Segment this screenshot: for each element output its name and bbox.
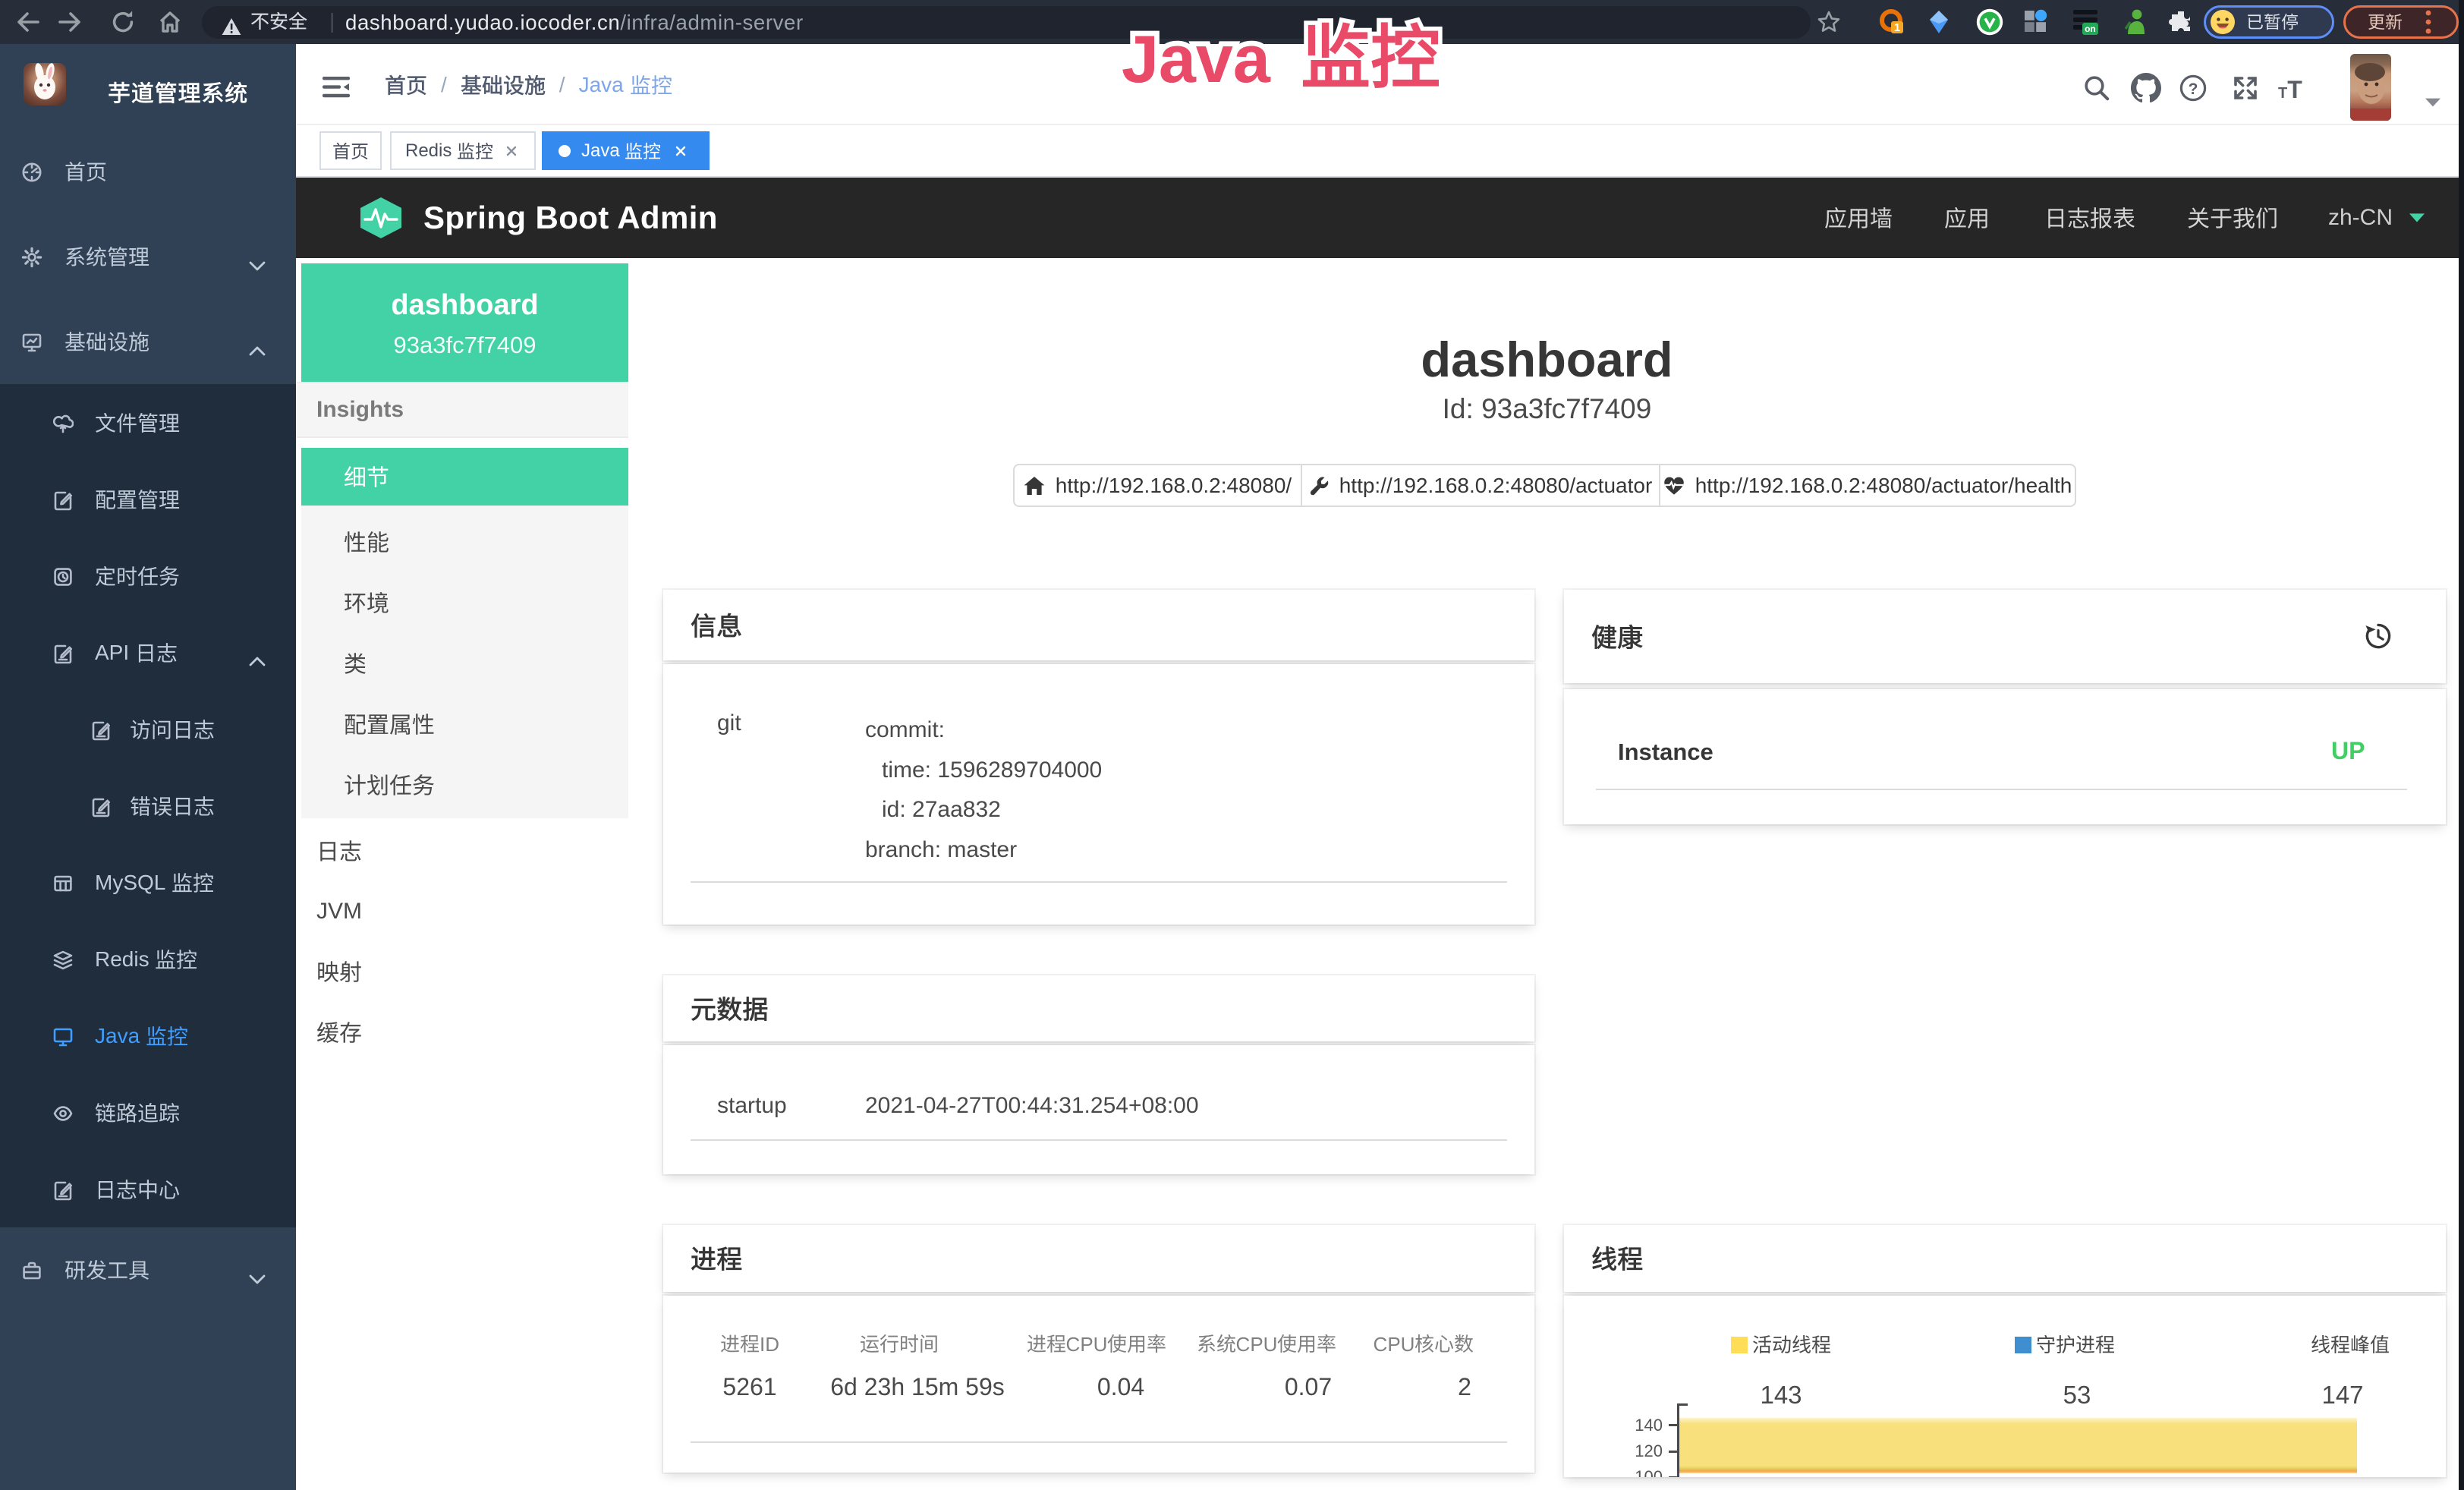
svg-text:on: on — [2085, 24, 2096, 34]
svg-text:?: ? — [2189, 80, 2198, 98]
svg-text:1: 1 — [1894, 21, 1900, 34]
svg-text:Java: Java — [1122, 21, 1271, 96]
